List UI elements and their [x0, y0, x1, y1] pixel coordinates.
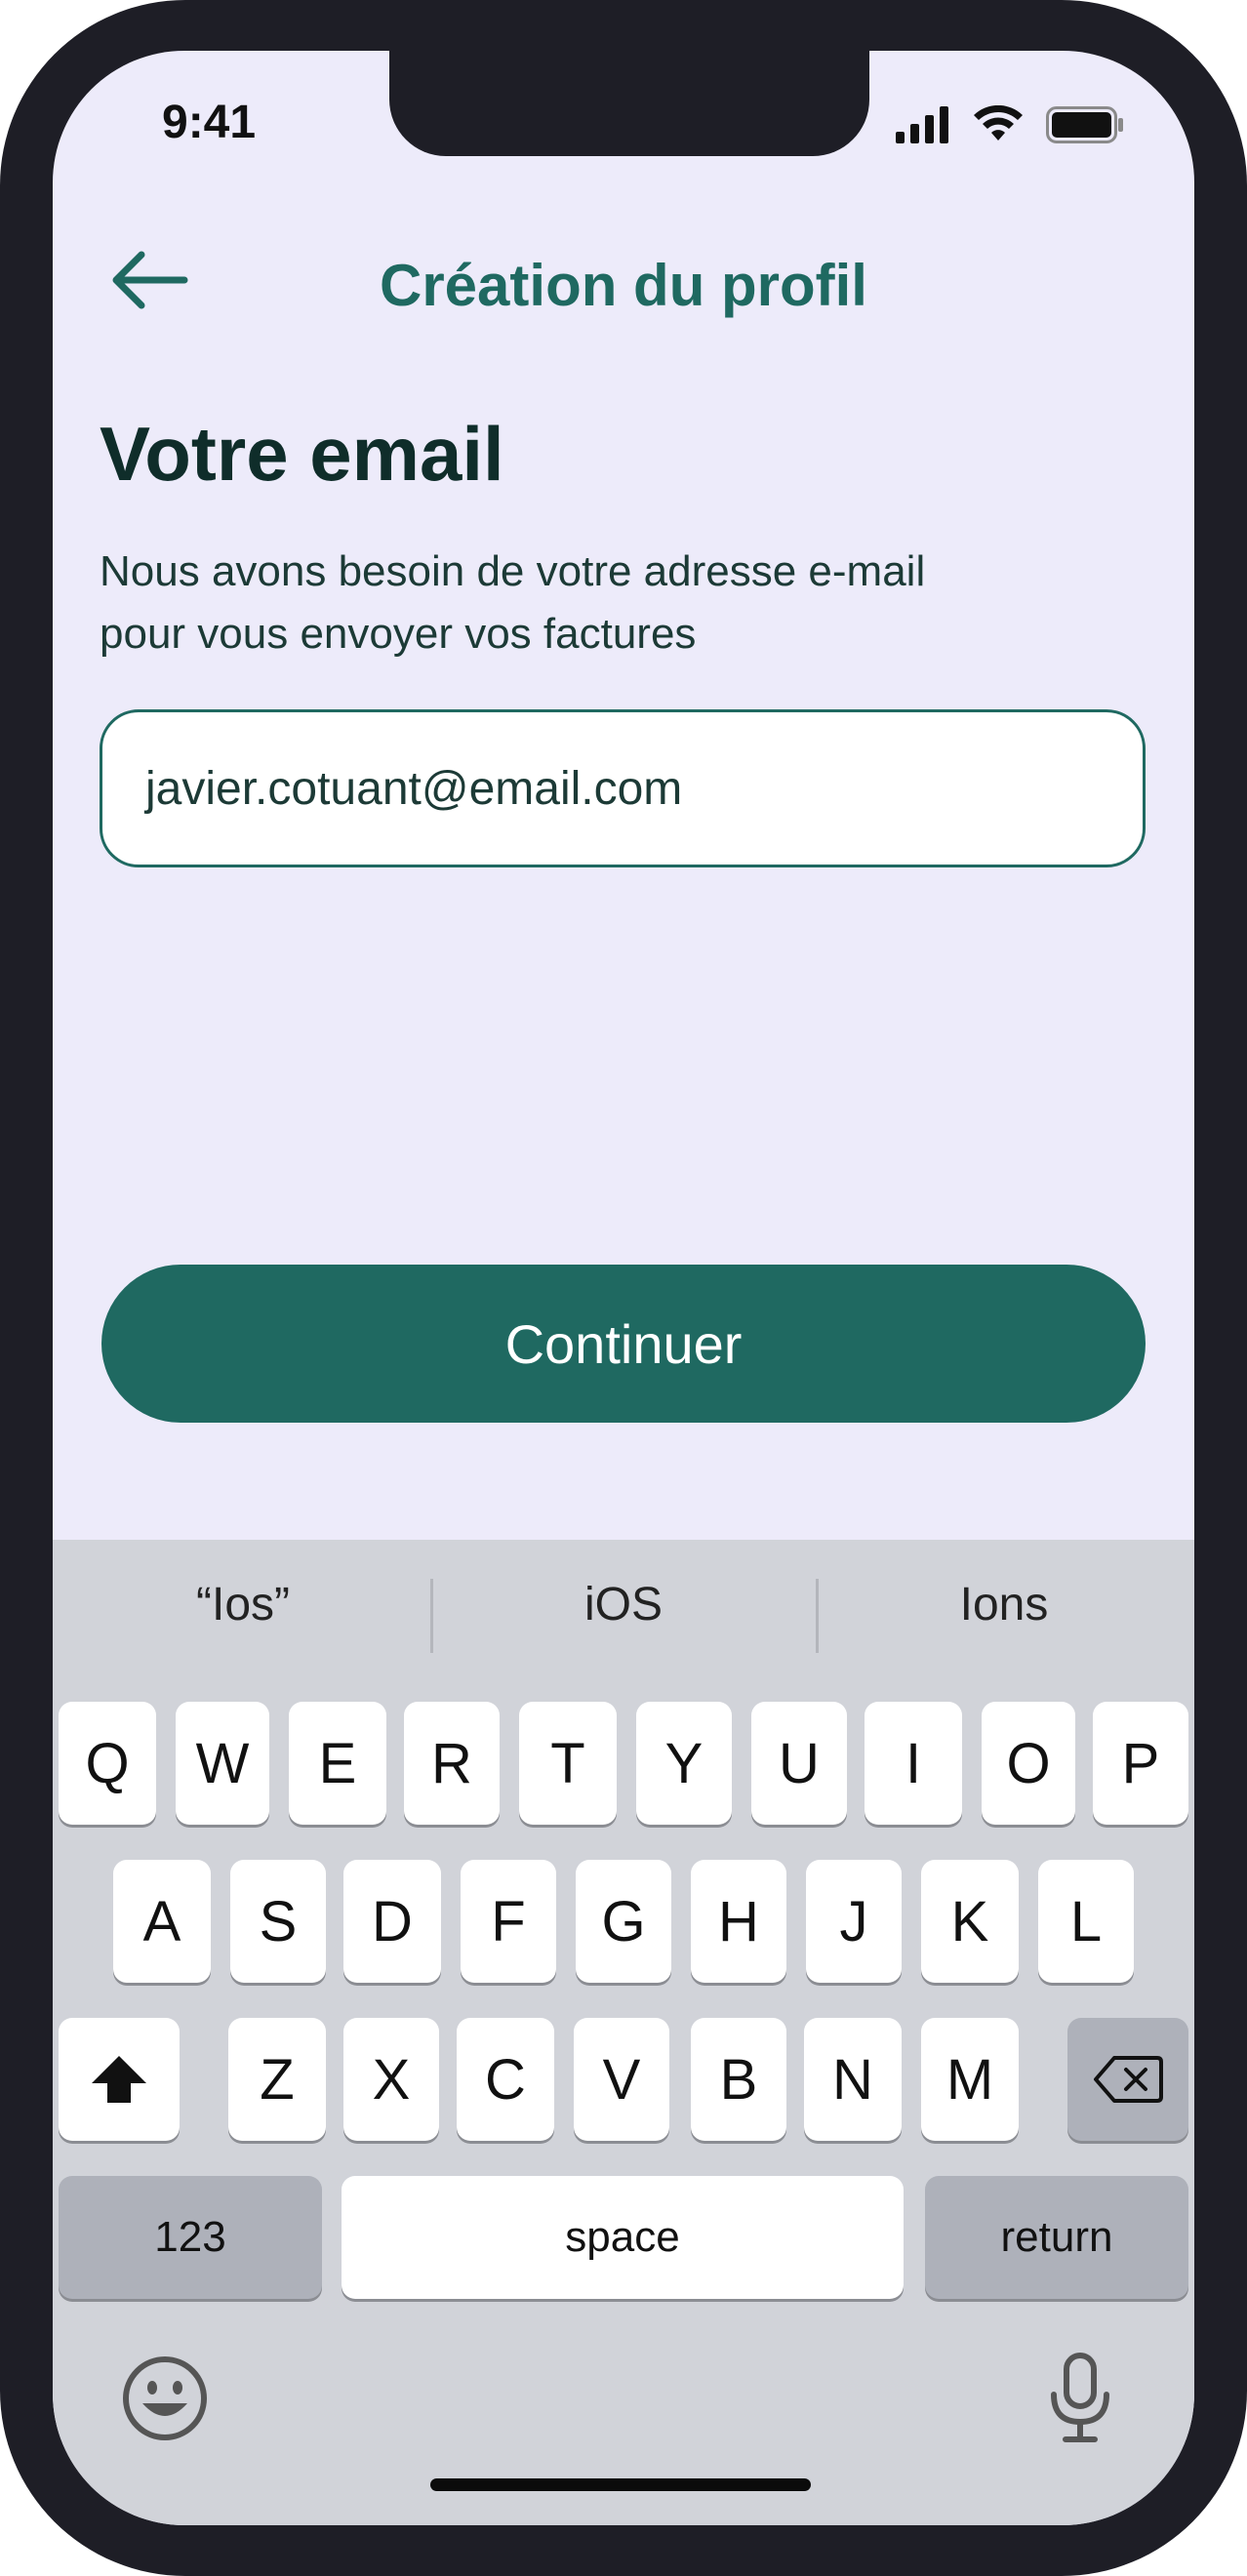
numbers-key[interactable]: 123	[59, 2176, 322, 2299]
key-d[interactable]: D	[343, 1860, 441, 1983]
subtitle-line-1: Nous avons besoin de votre adresse e-mai…	[100, 547, 926, 595]
status-time: 9:41	[162, 97, 257, 148]
screen: 9:41 Création du profil Votre email Nous…	[53, 51, 1194, 2525]
key-l[interactable]: L	[1038, 1860, 1134, 1983]
key-m[interactable]: M	[921, 2018, 1019, 2141]
key-b[interactable]: B	[691, 2018, 786, 2141]
key-w[interactable]: W	[176, 1702, 269, 1825]
delete-key[interactable]	[1067, 2018, 1188, 2141]
section-heading: Votre email	[100, 411, 504, 497]
key-n[interactable]: N	[804, 2018, 902, 2141]
cellular-signal-icon	[896, 105, 950, 148]
shift-arrow-icon	[92, 2056, 146, 2103]
key-x[interactable]: X	[343, 2018, 439, 2141]
emoji-button[interactable]	[121, 2355, 209, 2442]
emoji-icon	[123, 2356, 207, 2440]
backspace-icon	[1094, 2056, 1163, 2103]
key-r[interactable]: R	[404, 1702, 500, 1825]
key-v[interactable]: V	[574, 2018, 669, 2141]
key-j[interactable]: J	[806, 1860, 902, 1983]
key-y[interactable]: Y	[636, 1702, 732, 1825]
status-icons	[896, 104, 1124, 149]
space-key[interactable]: space	[342, 2176, 904, 2299]
key-z[interactable]: Z	[228, 2018, 326, 2141]
key-t[interactable]: T	[519, 1702, 617, 1825]
key-s[interactable]: S	[230, 1860, 326, 1983]
key-p[interactable]: P	[1093, 1702, 1188, 1825]
header: Création du profil	[53, 224, 1194, 332]
email-field[interactable]: javier.cotuant@email.com	[100, 709, 1146, 867]
suggestion-item[interactable]: iOS	[433, 1540, 814, 1669]
key-u[interactable]: U	[751, 1702, 847, 1825]
continue-label: Continuer	[504, 1312, 743, 1375]
phone-frame: 9:41 Création du profil Votre email Nous…	[0, 0, 1247, 2576]
key-c[interactable]: C	[457, 2018, 554, 2141]
continue-button[interactable]: Continuer	[101, 1265, 1146, 1423]
page-title: Création du profil	[380, 253, 867, 318]
key-i[interactable]: I	[865, 1702, 962, 1825]
suggestion-bar: “Ios” iOS Ions	[53, 1540, 1194, 1669]
microphone-button[interactable]	[1046, 2352, 1114, 2445]
key-e[interactable]: E	[289, 1702, 386, 1825]
return-key[interactable]: return	[925, 2176, 1188, 2299]
key-g[interactable]: G	[576, 1860, 671, 1983]
key-f[interactable]: F	[461, 1860, 556, 1983]
wifi-icon	[972, 104, 1025, 149]
suggestion-item[interactable]: Ions	[814, 1540, 1194, 1669]
battery-icon	[1046, 105, 1124, 148]
subtitle-line-2: pour vous envoyer vos factures	[100, 610, 697, 658]
notch	[389, 51, 869, 156]
home-indicator[interactable]	[430, 2478, 811, 2491]
microphone-icon	[1051, 2353, 1109, 2442]
shift-key[interactable]	[59, 2018, 180, 2141]
key-a[interactable]: A	[113, 1860, 211, 1983]
subtitle: Nous avons besoin de votre adresse e-mai…	[100, 541, 1075, 665]
suggestion-item[interactable]: “Ios”	[53, 1540, 433, 1669]
keyboard: “Ios” iOS Ions Q W E R T Y U I O P A S D…	[53, 1540, 1194, 2525]
key-o[interactable]: O	[982, 1702, 1075, 1825]
email-value: javier.cotuant@email.com	[145, 762, 683, 815]
key-q[interactable]: Q	[59, 1702, 156, 1825]
key-k[interactable]: K	[921, 1860, 1019, 1983]
key-h[interactable]: H	[691, 1860, 786, 1983]
